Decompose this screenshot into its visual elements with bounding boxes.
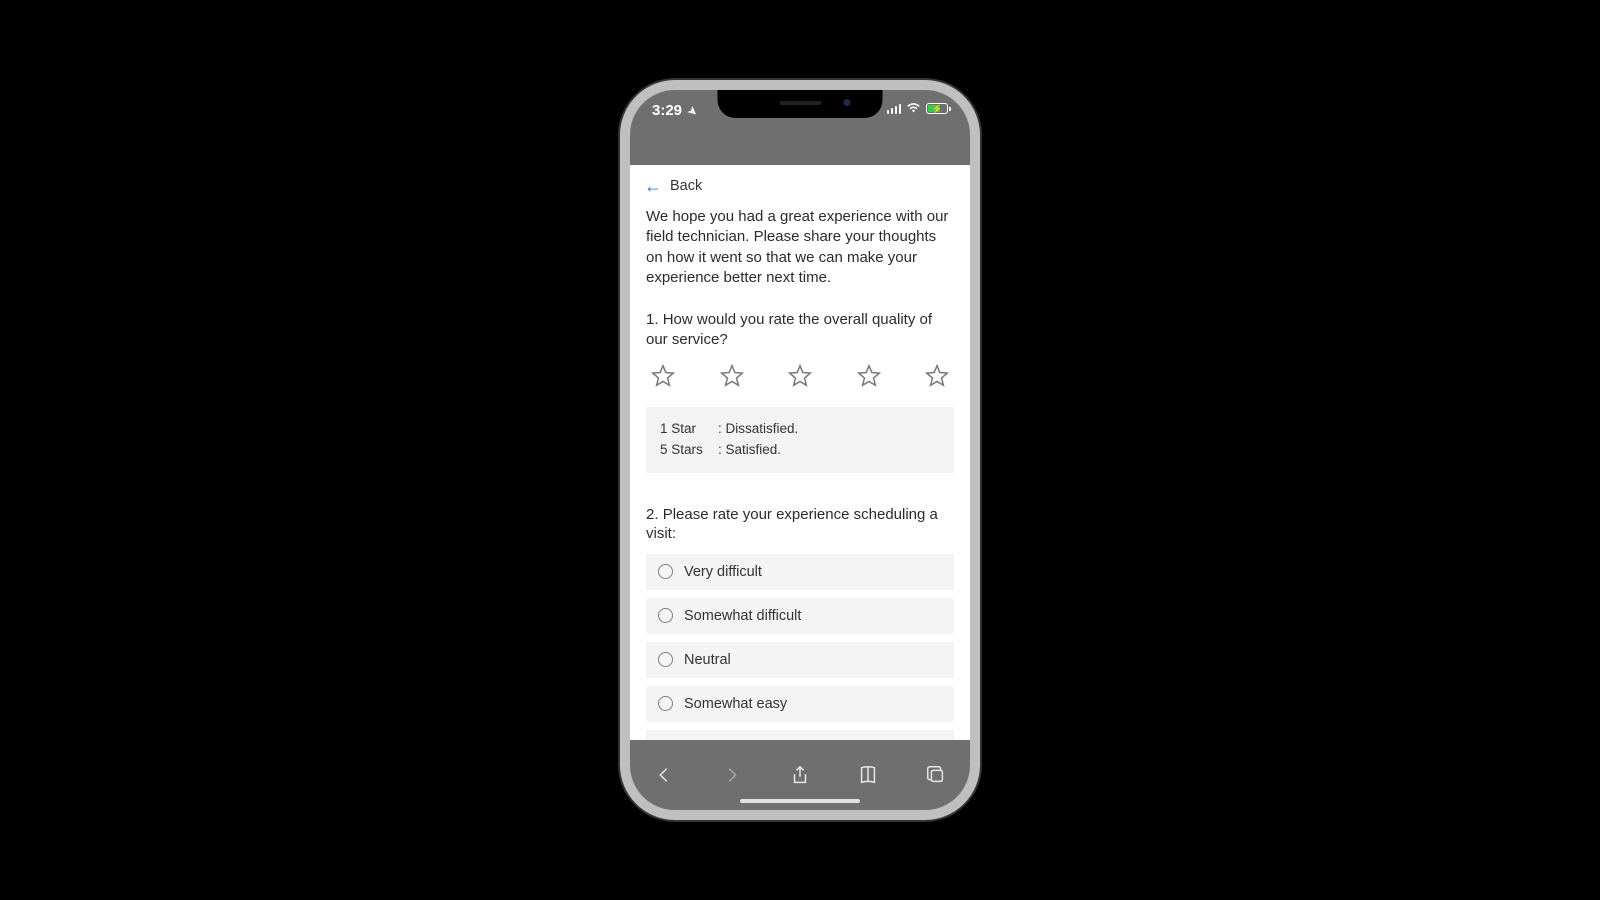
option-very-difficult[interactable]: Very difficult [646,554,954,590]
question-2-options: Very difficult Somewhat difficult Neutra… [630,550,970,740]
option-neutral[interactable]: Neutral [646,642,954,678]
clock-time: 3:29 [652,102,682,119]
option-label: Neutral [684,652,731,668]
radio-icon [658,564,673,579]
rating-legend: 1 Star : Dissatisfied. 5 Stars : Satisfi… [646,407,954,473]
star-3[interactable] [787,363,813,389]
star-1[interactable] [650,363,676,389]
option-somewhat-difficult[interactable]: Somewhat difficult [646,598,954,634]
battery-icon: ⚡ [926,103,948,114]
bookmarks-icon[interactable] [857,764,879,786]
wifi-icon [906,102,921,115]
radio-icon [658,696,673,711]
browser-toolbar [630,740,970,810]
back-label: Back [670,178,702,194]
status-icons: ⚡ [887,102,949,115]
option-label: Somewhat easy [684,696,787,712]
survey-content: ← Back We hope you had a great experienc… [630,165,970,740]
option-somewhat-easy[interactable]: Somewhat easy [646,686,954,722]
radio-icon [658,652,673,667]
legend-row-low: 1 Star : Dissatisfied. [660,419,940,440]
legend-high-label: 5 Stars [660,440,712,461]
tabs-icon[interactable] [925,764,947,786]
question-1-number: 1. [646,311,659,328]
phone-device-frame: 3:29 ➤ ⚡ ← Back We hope y [620,80,980,820]
legend-low-value: : Dissatisfied. [718,419,798,440]
radio-icon [658,608,673,623]
cellular-signal-icon [887,103,902,114]
option-very-easy[interactable]: Very easy [646,730,954,740]
share-icon[interactable] [789,764,811,786]
home-indicator[interactable] [740,799,860,803]
question-1-text: How would you rate the overall quality o… [646,311,932,348]
star-2[interactable] [719,363,745,389]
star-5[interactable] [924,363,950,389]
star-4[interactable] [856,363,882,389]
question-1: 1. How would you rate the overall qualit… [630,300,970,355]
status-time: 3:29 ➤ [652,102,697,119]
question-2-number: 2. [646,506,659,523]
question-2: 2. Please rate your experience schedulin… [630,495,970,550]
survey-intro-text: We hope you had a great experience with … [630,203,970,300]
question-2-text: Please rate your experience scheduling a… [646,506,938,543]
location-arrow-icon: ➤ [685,104,700,120]
star-rating-input [630,355,970,399]
back-button[interactable]: ← Back [630,165,970,203]
option-label: Somewhat difficult [684,608,801,624]
browser-forward-icon [721,764,743,786]
legend-row-high: 5 Stars : Satisfied. [660,440,940,461]
legend-high-value: : Satisfied. [718,440,781,461]
option-label: Very difficult [684,564,762,580]
device-screen: 3:29 ➤ ⚡ ← Back We hope y [630,90,970,810]
browser-back-icon[interactable] [653,764,675,786]
device-notch [718,90,883,118]
legend-low-label: 1 Star [660,419,712,440]
arrow-left-icon: ← [644,177,662,195]
